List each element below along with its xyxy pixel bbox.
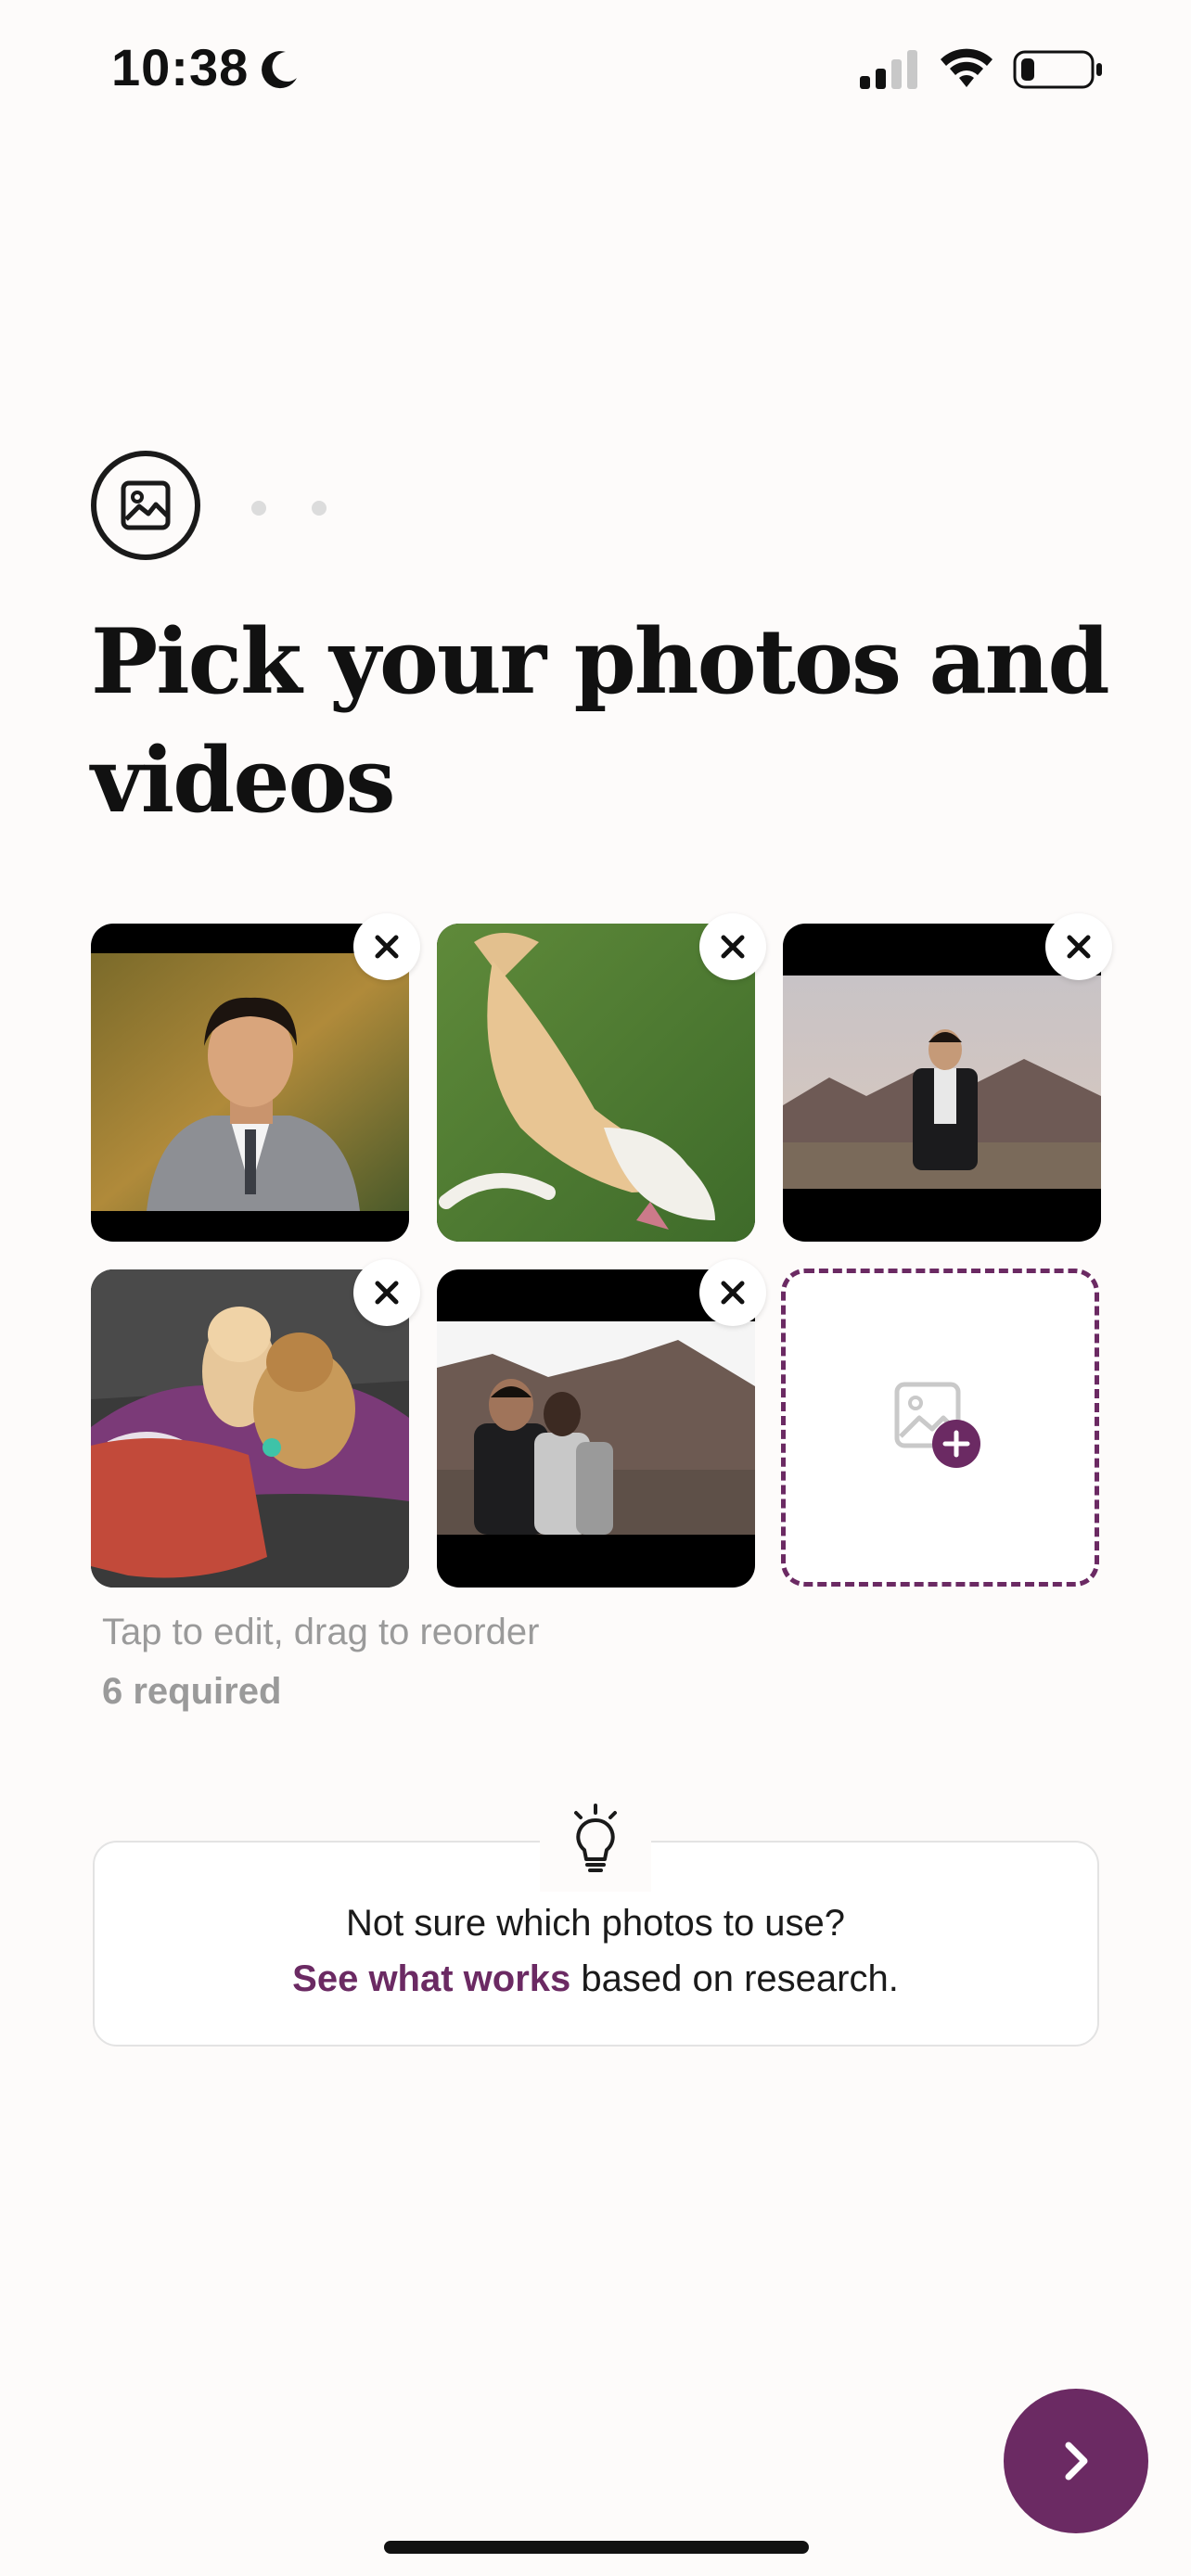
remove-photo-5-button[interactable] [699, 1259, 766, 1326]
reorder-hint: Tap to edit, drag to reorder [102, 1612, 540, 1652]
photo-icon [121, 480, 171, 530]
group-desert-photo [437, 1321, 755, 1535]
remove-photo-3-button[interactable] [1045, 913, 1112, 980]
next-button[interactable] [1004, 2389, 1148, 2533]
close-icon [375, 935, 399, 959]
cellular-signal-icon [860, 50, 917, 89]
status-bar: 10:38 [0, 0, 1191, 139]
close-icon [1067, 935, 1091, 959]
add-photo-icon [894, 1382, 980, 1468]
close-icon [721, 935, 745, 959]
photo-tile-5[interactable] [437, 1269, 755, 1588]
lightbulb-icon [574, 1804, 617, 1872]
screen: 10:38 Pick your photos and videos Tap to… [0, 0, 1191, 2576]
photo-tile-4[interactable] [91, 1269, 409, 1588]
add-photo-tile[interactable] [781, 1269, 1099, 1587]
photo-tile-2[interactable] [437, 924, 755, 1242]
remove-photo-1-button[interactable] [353, 913, 420, 980]
wifi-icon [941, 48, 992, 87]
moon-icon [262, 51, 297, 89]
desert-portrait-photo [783, 976, 1101, 1189]
remove-photo-4-button[interactable] [353, 1259, 420, 1326]
tip-answer: See what works based on research. [0, 1958, 1191, 2000]
dog-photo [437, 924, 755, 1242]
lightbulb-badge [540, 1790, 651, 1892]
status-time: 10:38 [111, 38, 250, 96]
home-indicator [384, 2541, 809, 2554]
see-what-works-link[interactable]: See what works [292, 1958, 570, 1999]
step-indicator-current [91, 451, 200, 560]
close-icon [375, 1281, 399, 1305]
photo-tile-1[interactable] [91, 924, 409, 1242]
page-title: Pick your photos and videos [91, 609, 1110, 833]
required-count: 6 required [102, 1671, 282, 1712]
photo-tile-3[interactable] [783, 924, 1101, 1242]
portrait-photo [91, 953, 409, 1211]
remove-photo-2-button[interactable] [699, 913, 766, 980]
close-icon [721, 1281, 745, 1305]
step-indicator-dot-2 [251, 501, 266, 516]
chevron-right-icon [1065, 2442, 1088, 2480]
tip-question: Not sure which photos to use? [345, 1903, 846, 1944]
battery-icon [1013, 50, 1102, 89]
puppies-photo [91, 1269, 409, 1588]
tip-answer-rest: based on research. [570, 1958, 899, 1999]
step-indicator-dot-3 [312, 501, 327, 516]
